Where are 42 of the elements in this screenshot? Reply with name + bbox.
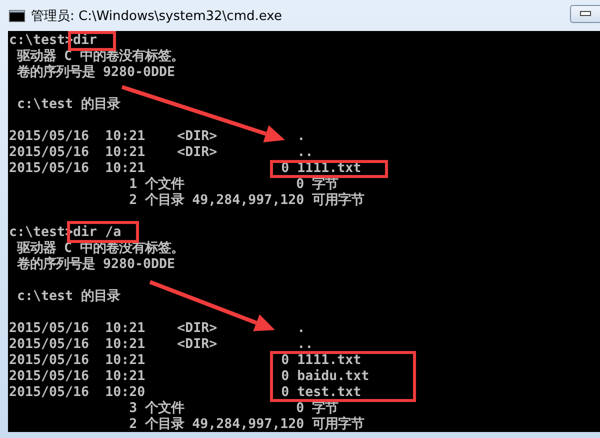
file-name: ..: [297, 145, 314, 161]
file-name: 1111.txt: [297, 353, 362, 369]
file-size: 0: [281, 353, 290, 369]
file-date: 2015/05/16: [9, 129, 90, 145]
file-time: 10:21: [105, 129, 146, 145]
console-app-icon: [9, 10, 25, 22]
console-line: 2 个目录 49,284,997,120 可用字节: [128, 417, 364, 432]
file-size: 0: [281, 385, 290, 401]
file-date: 2015/05/16: [9, 321, 90, 337]
file-name: ..: [297, 337, 314, 353]
file-time: 10:21: [105, 337, 146, 353]
file-size: 0: [281, 369, 290, 385]
file-name: .: [297, 129, 306, 145]
minimize-button[interactable]: [570, 4, 600, 22]
console-line: 2 个目录 49,284,997,120 可用字节: [128, 193, 364, 209]
console-line: c:\test 的目录: [16, 289, 120, 305]
file-date: 2015/05/16: [9, 353, 90, 369]
directory-tag: <DIR>: [177, 337, 218, 353]
directory-tag: <DIR>: [177, 145, 218, 161]
file-time: 10:21: [105, 145, 146, 161]
file-name: .: [297, 321, 306, 337]
typed-command: dir: [73, 33, 98, 49]
typed-command: dir /a: [73, 225, 122, 241]
file-date: 2015/05/16: [9, 145, 90, 161]
file-time: 10:20: [105, 385, 146, 400]
directory-tag: <DIR>: [177, 321, 218, 337]
directory-tag: <DIR>: [177, 129, 218, 145]
file-date: 2015/05/16: [9, 161, 90, 177]
file-time: 10:21: [105, 161, 146, 176]
file-time: 10:21: [105, 321, 146, 337]
console-line: 卷的序列号是 9280-0DDE: [16, 65, 176, 81]
file-date: 2015/05/16: [9, 385, 90, 401]
console-line: c:\test 的目录: [16, 97, 120, 113]
file-date: 2015/05/16: [9, 337, 90, 353]
window-title: 管理员: C:\Windows\system32\cmd.exe: [31, 8, 282, 24]
file-name: baidu.txt: [297, 369, 370, 385]
file-name: 1111.txt: [297, 161, 362, 177]
console-line: 卷的序列号是 9280-0DDE: [16, 257, 176, 273]
file-date: 2015/05/16: [9, 369, 90, 385]
file-time: 10:21: [105, 369, 146, 385]
file-name: test.txt: [297, 385, 362, 401]
file-time: 10:21: [105, 353, 146, 369]
